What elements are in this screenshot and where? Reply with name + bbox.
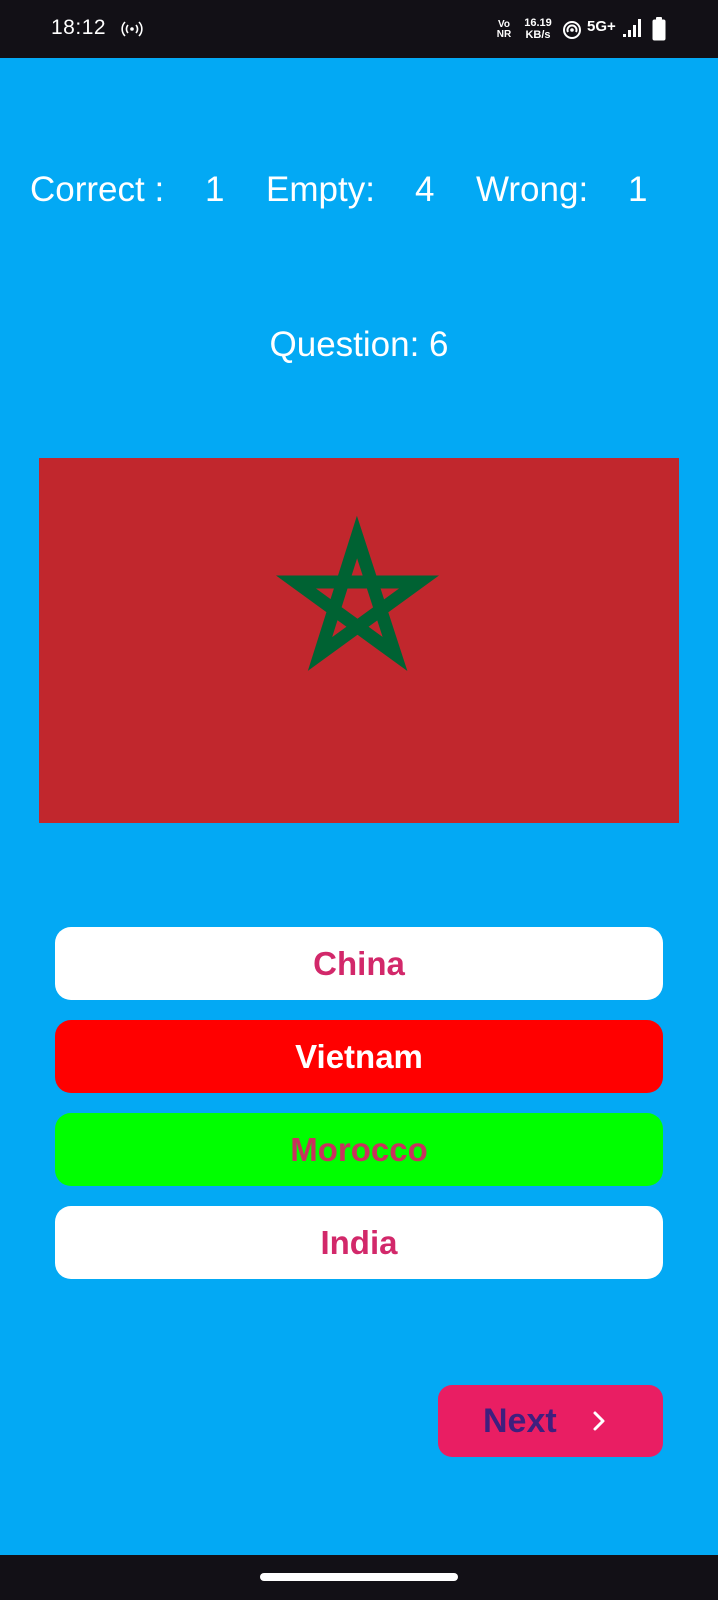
question-number: Question: 6	[269, 325, 449, 364]
hotspot-ring-icon	[563, 21, 581, 39]
home-gesture-handle[interactable]	[260, 1573, 458, 1581]
hotspot-icon	[121, 21, 143, 37]
flag-image	[39, 458, 679, 823]
network-speed: 16.19 KB/s	[518, 17, 558, 41]
next-button-label: Next	[483, 1402, 557, 1440]
battery-icon	[652, 17, 666, 41]
status-time: 18:12	[51, 16, 107, 39]
navigation-bar	[0, 1555, 718, 1600]
option-button-india[interactable]: India	[55, 1206, 663, 1279]
chevron-right-icon	[593, 1411, 605, 1431]
wrong-count: 1	[628, 170, 648, 209]
option-button-china[interactable]: China	[55, 927, 663, 1000]
option-button-morocco[interactable]: Morocco	[55, 1113, 663, 1186]
wrong-label: Wrong:	[476, 170, 589, 209]
vonr-line-2: NR	[496, 29, 512, 40]
network-speed-unit: KB/s	[525, 29, 551, 41]
option-button-vietnam[interactable]: Vietnam	[55, 1020, 663, 1093]
correct-label: Correct :	[30, 170, 165, 209]
empty-count: 4	[415, 170, 435, 209]
network-speed-value: 16.19	[524, 17, 552, 29]
vonr-indicator: Vo NR	[494, 20, 514, 40]
signal-icon	[623, 19, 641, 37]
status-bar: 18:12 Vo NR 16.19 KB/s 5G+	[0, 0, 718, 58]
morocco-flag-icon	[39, 458, 679, 823]
next-button[interactable]: Next	[438, 1385, 663, 1457]
correct-count: 1	[205, 170, 225, 209]
empty-label: Empty:	[266, 170, 375, 209]
network-type: 5G+	[587, 18, 616, 35]
